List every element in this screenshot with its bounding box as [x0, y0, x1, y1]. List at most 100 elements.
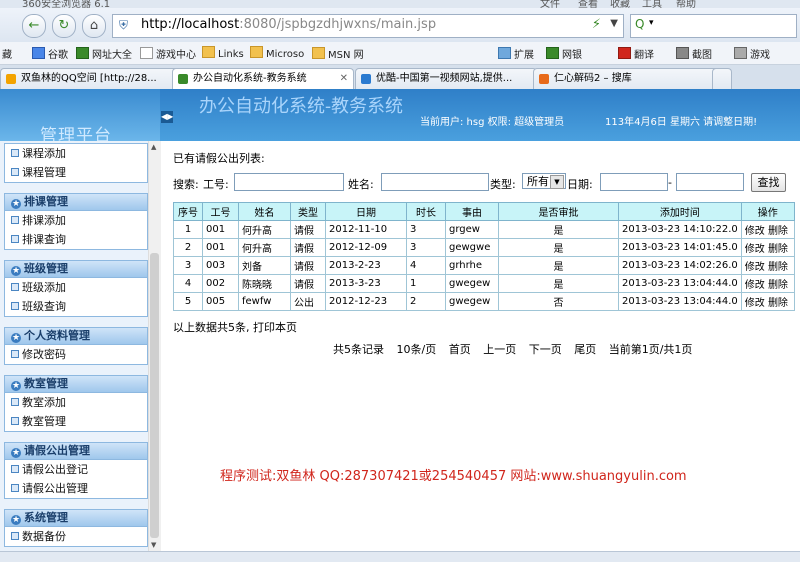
- google-icon: [32, 47, 45, 59]
- sidebar-group-header[interactable]: ★ 请假公出管理: [5, 443, 147, 460]
- next-page-link[interactable]: 下一页: [529, 343, 562, 356]
- sidebar-group-header[interactable]: ★ 个人资料管理: [5, 328, 147, 345]
- cell-add-time: 2013-03-23 14:10:22.0: [618, 220, 742, 239]
- close-icon[interactable]: ✕: [340, 69, 348, 89]
- first-page-link[interactable]: 首页: [449, 343, 471, 356]
- delete-link[interactable]: 删除: [768, 280, 788, 291]
- bookmark-item[interactable]: Microso: [250, 46, 304, 60]
- toolbar-translate[interactable]: 翻译: [618, 46, 654, 61]
- date-separator: -: [668, 176, 672, 189]
- bookmark-item[interactable]: 网址大全: [76, 46, 132, 61]
- sidebar-item-backup[interactable]: 数据备份: [5, 527, 147, 546]
- leave-table: 序号 工号 姓名 类型 日期 时长 事由 是否审批 添加时间 操作 1 001 …: [173, 202, 795, 311]
- sidebar-item-leave-manage[interactable]: 请假公出管理: [5, 479, 147, 498]
- chevron-down-icon[interactable]: ▼: [550, 175, 564, 189]
- url-path: :8080/jspbgzdhjwxns/main.jsp: [239, 17, 437, 32]
- sidebar-group-header[interactable]: ★ 班级管理: [5, 261, 147, 278]
- sidebar-scrollbar[interactable]: ▲ ▼: [148, 141, 161, 551]
- edit-link[interactable]: 修改: [745, 262, 765, 273]
- bookmark-item[interactable]: MSN 网: [312, 46, 364, 61]
- system-title: 办公自动化系统-教务系统: [198, 96, 404, 117]
- chevron-down-icon[interactable]: ▾: [649, 18, 654, 28]
- sidebar-group-header[interactable]: ★ 排课管理: [5, 194, 147, 211]
- edit-link[interactable]: 修改: [745, 280, 765, 291]
- last-page-link[interactable]: 尾页: [574, 343, 596, 356]
- scrollbar-thumb[interactable]: [150, 253, 159, 538]
- edit-link[interactable]: 修改: [745, 226, 765, 237]
- sidebar-group-header[interactable]: ★ 教室管理: [5, 376, 147, 393]
- bookmark-item[interactable]: 谷歌: [32, 46, 68, 61]
- scroll-up-icon[interactable]: ▲: [151, 143, 156, 151]
- toolbar-extension[interactable]: 扩展: [498, 46, 534, 61]
- video-icon: [361, 74, 371, 84]
- sidebar-item-course-add[interactable]: 课程添加: [5, 144, 147, 163]
- edit-link[interactable]: 修改: [745, 298, 765, 309]
- menu-help[interactable]: 帮助: [676, 0, 696, 8]
- column-header: 操作: [740, 202, 795, 221]
- cell-type: 请假: [290, 220, 326, 239]
- shield-icon: [546, 47, 559, 59]
- sidebar-group-header[interactable]: ★ 系统管理: [5, 510, 147, 527]
- tab-youku[interactable]: 优酷-中国第一视频网站,提供...: [355, 68, 537, 90]
- toolbar-ebank[interactable]: 网银: [546, 46, 582, 61]
- sidebar-item-classroom-add[interactable]: 教室添加: [5, 393, 147, 412]
- cell-reason: grhrhe: [445, 256, 499, 275]
- name-input[interactable]: [381, 173, 489, 191]
- column-header: 姓名: [238, 202, 291, 221]
- sidebar-toggle-icon[interactable]: ◀▶: [161, 111, 173, 123]
- shield-icon: ⛨: [119, 18, 129, 32]
- sidebar-item-schedule-query[interactable]: 排课查询: [5, 230, 147, 249]
- refresh-icon[interactable]: ↻: [52, 14, 76, 38]
- sidebar-group-classroom: ★ 教室管理 教室添加 教室管理: [4, 375, 148, 432]
- menu-file[interactable]: 文件: [540, 0, 560, 8]
- browser-search-input[interactable]: Q ▾: [630, 14, 797, 38]
- sidebar-item-schedule-add[interactable]: 排课添加: [5, 211, 147, 230]
- back-icon[interactable]: ←: [22, 14, 46, 38]
- prev-page-link[interactable]: 上一页: [483, 343, 516, 356]
- sidebar-item-class-query[interactable]: 班级查询: [5, 297, 147, 316]
- delete-link[interactable]: 删除: [768, 298, 788, 309]
- toolbar-screenshot[interactable]: 截图: [676, 46, 712, 61]
- bookmark-item[interactable]: 藏: [2, 46, 12, 61]
- menu-view[interactable]: 查看: [578, 0, 598, 8]
- date-to-input[interactable]: [676, 173, 744, 191]
- cell-approved: 是: [498, 274, 619, 293]
- scroll-down-icon[interactable]: ▼: [151, 541, 156, 549]
- bookmark-item[interactable]: 游戏中心: [140, 46, 196, 61]
- lightning-icon[interactable]: ⚡: [592, 17, 601, 32]
- sidebar-item-class-add[interactable]: 班级添加: [5, 278, 147, 297]
- delete-link[interactable]: 删除: [768, 226, 788, 237]
- date-from-input[interactable]: [600, 173, 668, 191]
- cell-job-no: 005: [202, 292, 239, 311]
- address-bar[interactable]: ⛨ http://localhost:8080/jspbgzdhjwxns/ma…: [112, 14, 624, 38]
- search-engine-icon[interactable]: Q: [635, 17, 644, 31]
- sidebar-group-class: ★ 班级管理 班级添加 班级查询: [4, 260, 148, 317]
- home-icon[interactable]: ⌂: [82, 14, 106, 38]
- menu-favorites[interactable]: 收藏: [610, 0, 630, 8]
- menu-tools[interactable]: 工具: [642, 0, 662, 8]
- tab-oa-system[interactable]: 办公自动化系统-教务系统 ✕: [172, 68, 354, 91]
- job-no-input[interactable]: [234, 173, 344, 191]
- new-tab-button[interactable]: +: [712, 68, 732, 90]
- column-header: 类型: [290, 202, 326, 221]
- tab-qq-space[interactable]: 双鱼林的QQ空间 [http://28...: [0, 68, 182, 90]
- delete-link[interactable]: 删除: [768, 244, 788, 255]
- sidebar-item-leave-register[interactable]: 请假公出登记: [5, 460, 147, 479]
- sidebar-item-classroom-manage[interactable]: 教室管理: [5, 412, 147, 431]
- tab-soku[interactable]: 仁心解码2 – 搜库: [533, 68, 720, 90]
- cell-job-no: 001: [202, 220, 239, 239]
- edit-link[interactable]: 修改: [745, 244, 765, 255]
- delete-link[interactable]: 删除: [768, 262, 788, 273]
- bookmark-item[interactable]: Links: [202, 46, 244, 60]
- star-icon: ★: [11, 266, 21, 276]
- cell-actions: 修改 删除: [740, 274, 795, 293]
- cell-name: 何升高: [238, 238, 291, 257]
- cell-reason: gwegew: [445, 292, 499, 311]
- toolbar-games[interactable]: 游戏: [734, 46, 770, 61]
- type-label: 类型:: [490, 178, 516, 191]
- type-select[interactable]: 所有 ▼: [522, 173, 566, 189]
- search-button[interactable]: 查找: [751, 173, 786, 192]
- chevron-down-icon[interactable]: ▼: [610, 18, 618, 29]
- sidebar-item-course-manage[interactable]: 课程管理: [5, 163, 147, 182]
- sidebar-item-change-password[interactable]: 修改密码: [5, 345, 147, 364]
